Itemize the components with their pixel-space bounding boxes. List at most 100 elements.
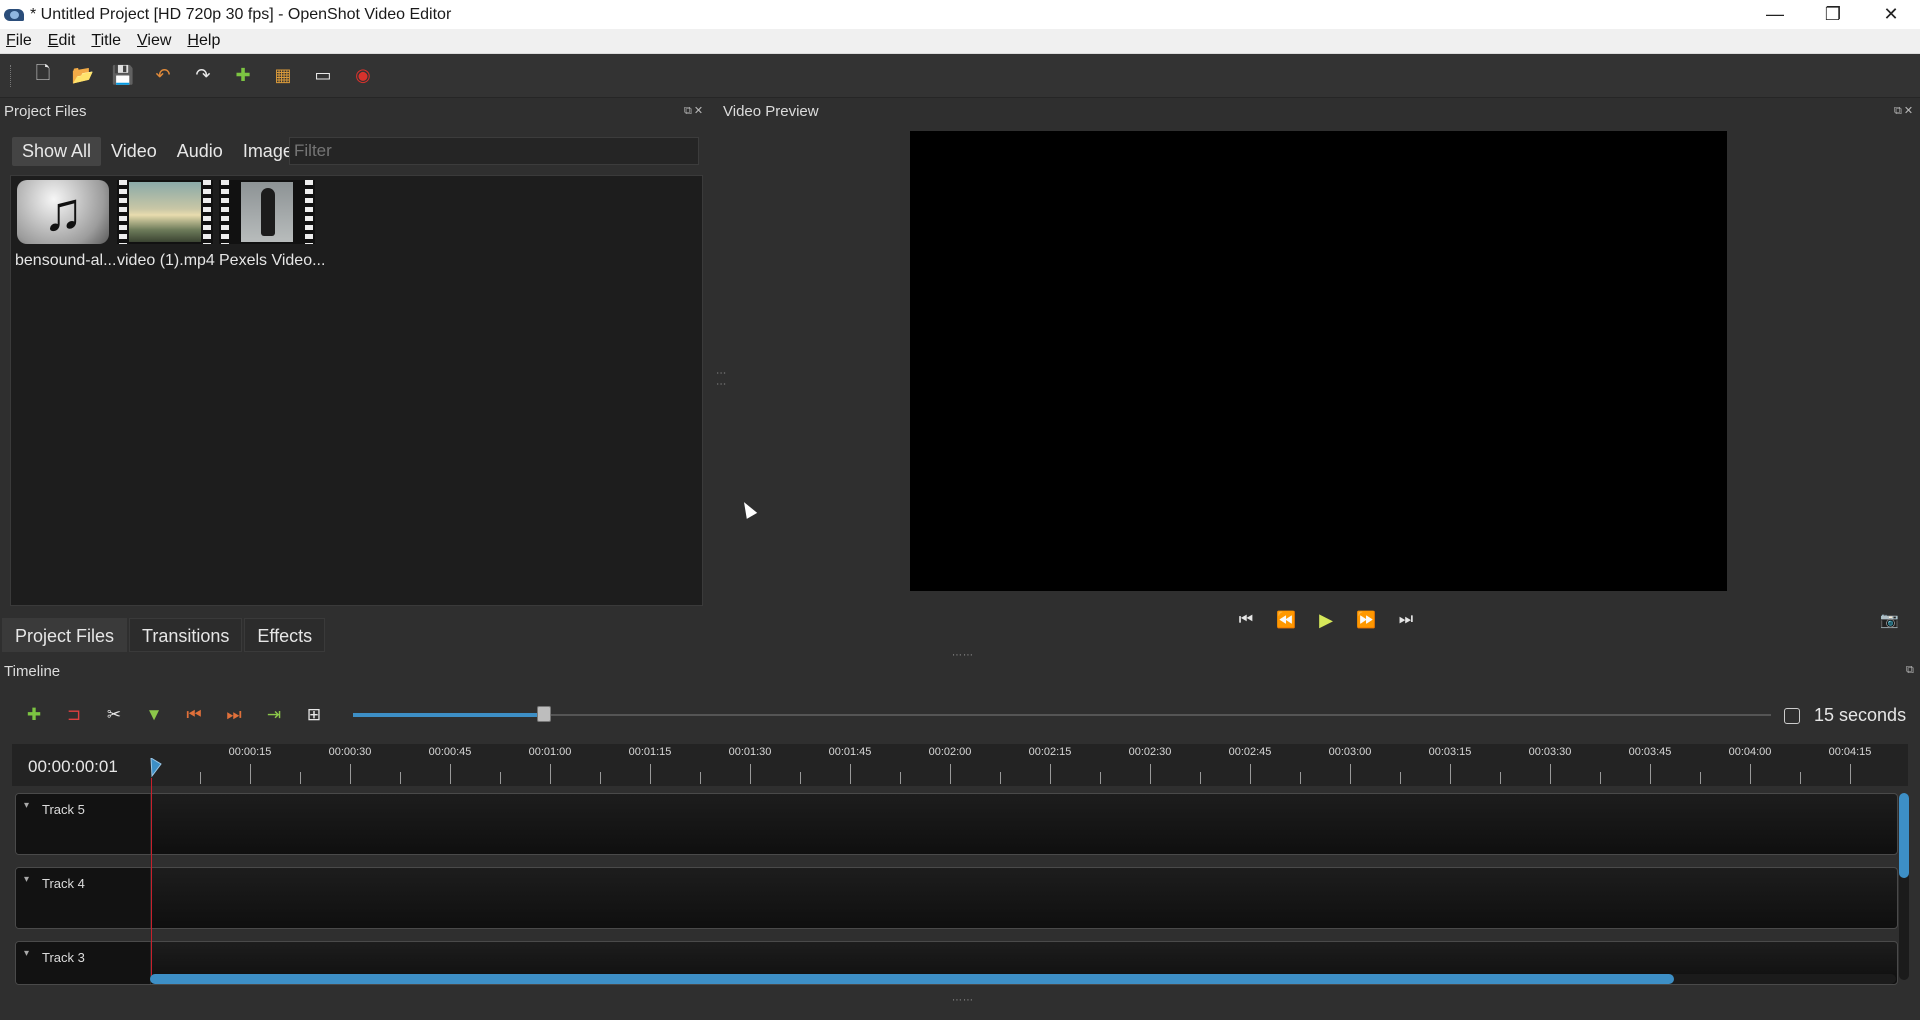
previous-marker-button[interactable]: ⏮ (174, 705, 214, 725)
project-files-dock-buttons[interactable]: ⧉✕ (684, 104, 705, 118)
file-item-audio[interactable]: ♫ bensound-al... (15, 180, 116, 270)
import-files-button[interactable]: ✚ (223, 59, 263, 93)
play-icon[interactable]: ▶ (1306, 610, 1346, 631)
file-item-video-2[interactable]: Pexels Video... (219, 180, 326, 270)
minimize-button[interactable]: — (1746, 0, 1804, 29)
open-project-button[interactable]: 📂 (63, 59, 103, 93)
zoom-slider-fill (353, 713, 545, 717)
save-project-button[interactable]: 💾 (103, 59, 143, 93)
ruler-minor-tick (200, 772, 201, 784)
ruler-minor-tick (1500, 772, 1501, 784)
profile-button[interactable]: ▦ (263, 59, 303, 93)
video-preview-dock-buttons[interactable]: ⧉✕ (1894, 104, 1915, 118)
menu-title[interactable]: Title (91, 32, 121, 50)
track-row[interactable]: ▾ Track 5 (15, 793, 1898, 855)
redo-button[interactable]: ↷ (183, 59, 223, 93)
openshot-logo-icon (4, 7, 24, 23)
new-project-button[interactable]: 🗋 (23, 59, 63, 93)
export-video-button[interactable]: ◉ (343, 59, 383, 93)
jump-start-icon[interactable]: ⏮ (1226, 611, 1266, 629)
ruler-major-tick (1350, 764, 1351, 784)
ruler-major-tick (350, 764, 351, 784)
ruler-minor-tick (1300, 772, 1301, 784)
file-item-video-1[interactable]: video (1).mp4 (117, 180, 215, 270)
center-playhead-button[interactable]: ⇥ (254, 705, 294, 725)
ruler-major-tick (550, 764, 551, 784)
menu-file[interactable]: File (6, 32, 32, 50)
previous-marker-icon: ⏮ (186, 705, 202, 724)
next-marker-icon: ⏭ (226, 705, 242, 724)
ruler-minor-tick (800, 772, 801, 784)
maximize-button[interactable]: ❐ (1804, 0, 1862, 29)
timeline-vertical-scroll-thumb[interactable] (1899, 793, 1909, 878)
ruler-minor-tick (600, 772, 601, 784)
project-files-panel-title: Project Files (4, 103, 87, 120)
ruler-minor-tick (1600, 772, 1601, 784)
snapping-button[interactable]: ⊐ (54, 705, 94, 725)
ruler-major-tick (850, 764, 851, 784)
ruler-label: 00:02:15 (1028, 746, 1072, 758)
horizontal-splitter[interactable]: ⋯⋯ (952, 650, 974, 661)
ruler-label: 00:02:45 (1228, 746, 1272, 758)
zoom-slider-handle[interactable] (537, 706, 552, 722)
collapse-arrow-icon[interactable]: ▾ (24, 800, 29, 811)
ruler-major-tick (1750, 764, 1751, 784)
track-header[interactable]: ▾ Track 5 (16, 794, 151, 854)
ruler-major-tick (750, 764, 751, 784)
zoom-fit-button[interactable]: ⊞ (294, 705, 334, 725)
filter-audio[interactable]: Audio (167, 137, 233, 166)
track-header[interactable]: ▾ Track 3 (16, 942, 151, 984)
filter-input[interactable] (289, 137, 699, 165)
camera-icon[interactable]: 📷 (1880, 611, 1899, 629)
menu-help[interactable]: Help (187, 32, 220, 50)
collapse-arrow-icon[interactable]: ▾ (24, 874, 29, 885)
ruler-label: 00:03:45 (1628, 746, 1672, 758)
ruler-major-tick (950, 764, 951, 784)
razor-button[interactable]: ✂ (94, 705, 134, 725)
menu-edit[interactable]: Edit (48, 32, 76, 50)
ruler-label: 00:04:15 (1828, 746, 1872, 758)
undo-icon: ↶ (155, 65, 171, 85)
menu-view[interactable]: View (137, 32, 171, 50)
timeline-dock-buttons[interactable]: ⧉ (1906, 664, 1916, 677)
ruler-major-tick (1450, 764, 1451, 784)
ruler-minor-tick (700, 772, 701, 784)
ruler-major-tick (1150, 764, 1151, 784)
add-marker-icon: ▼ (145, 705, 163, 724)
file-label: Pexels Video... (219, 252, 326, 269)
undo-button[interactable]: ↶ (143, 59, 183, 93)
rewind-icon[interactable]: ⏪ (1266, 610, 1306, 630)
project-files-list[interactable]: ♫ bensound-al... video (1).mp4 Pexels Vi… (10, 175, 703, 606)
timeline-horizontal-scroll-thumb[interactable] (150, 974, 1674, 984)
window-title: * Untitled Project [HD 720p 30 fps] - Op… (30, 5, 452, 23)
timecode-display: 00:00:00:01 (28, 757, 118, 776)
ruler-major-tick (450, 764, 451, 784)
next-marker-button[interactable]: ⏭ (214, 705, 254, 725)
filter-show-all[interactable]: Show All (12, 136, 102, 166)
track-name: Track 5 (42, 802, 85, 817)
track-header[interactable]: ▾ Track 4 (16, 868, 151, 928)
fast-forward-icon[interactable]: ⏩ (1346, 610, 1386, 630)
bottom-splitter[interactable]: ⋯⋯ (952, 995, 974, 1006)
mouse-cursor (738, 499, 758, 519)
vertical-splitter[interactable]: ⋮⋮ (715, 368, 726, 390)
export-video-icon: ◉ (355, 65, 371, 85)
tab-effects[interactable]: Effects (244, 618, 326, 652)
playhead-marker-icon[interactable] (150, 758, 162, 778)
ruler-label: 00:03:30 (1528, 746, 1572, 758)
add-marker-button[interactable]: ▼ (134, 705, 174, 725)
add-track-button[interactable]: ✚ (14, 705, 54, 725)
fullscreen-button[interactable]: ▭ (303, 59, 343, 93)
filter-video[interactable]: Video (101, 137, 167, 166)
profile-icon: ▦ (274, 65, 292, 85)
collapse-arrow-icon[interactable]: ▾ (24, 948, 29, 959)
tab-transitions[interactable]: Transitions (129, 618, 243, 652)
close-button[interactable]: ✕ (1862, 0, 1920, 29)
ruler-major-tick (650, 764, 651, 784)
track-row[interactable]: ▾ Track 4 (15, 867, 1898, 929)
zoom-slider-track[interactable] (353, 714, 1771, 716)
toolbar-grip[interactable] (10, 64, 13, 87)
jump-end-icon[interactable]: ⏭ (1386, 611, 1426, 629)
ruler-label: 00:03:00 (1328, 746, 1372, 758)
tab-project-files[interactable]: Project Files (2, 618, 128, 652)
